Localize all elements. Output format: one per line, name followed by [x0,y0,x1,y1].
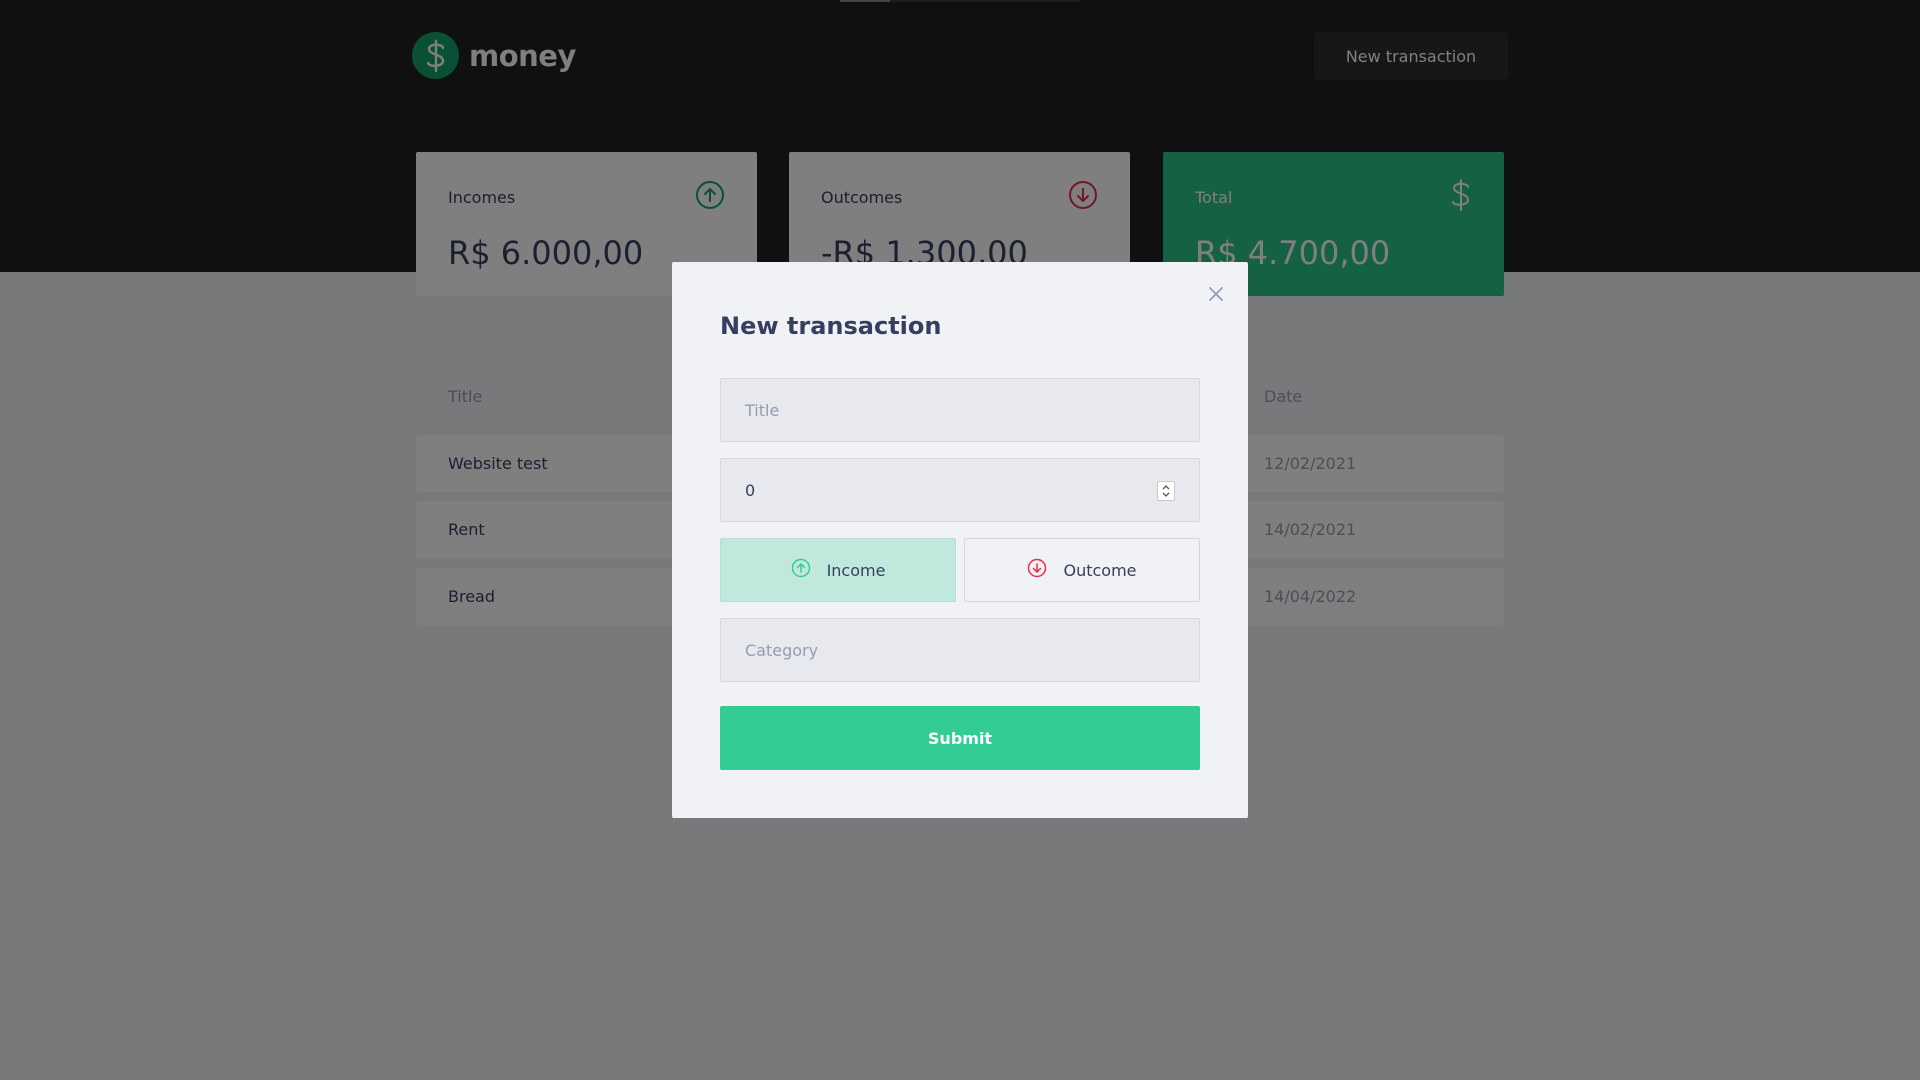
category-input-placeholder: Category [745,640,819,660]
outcome-type-label: Outcome [1063,560,1137,580]
income-type-label: Income [826,560,886,580]
arrow-up-circle-icon [791,558,811,582]
close-icon[interactable] [1204,282,1228,306]
number-stepper[interactable] [1157,481,1175,501]
amount-input[interactable]: 0 [720,458,1200,522]
submit-label: Submit [927,728,993,748]
title-input[interactable]: Title [720,378,1200,442]
category-input[interactable]: Category [720,618,1200,682]
modal-title: New transaction [720,312,942,340]
new-transaction-modal: New transaction Title 0 Income Outcome C… [672,262,1248,818]
submit-button[interactable]: Submit [720,706,1200,770]
arrow-down-circle-icon [1027,558,1047,582]
outcome-type-button[interactable]: Outcome [964,538,1200,602]
amount-input-value: 0 [745,480,756,500]
title-input-placeholder: Title [745,400,780,420]
income-type-button[interactable]: Income [720,538,956,602]
